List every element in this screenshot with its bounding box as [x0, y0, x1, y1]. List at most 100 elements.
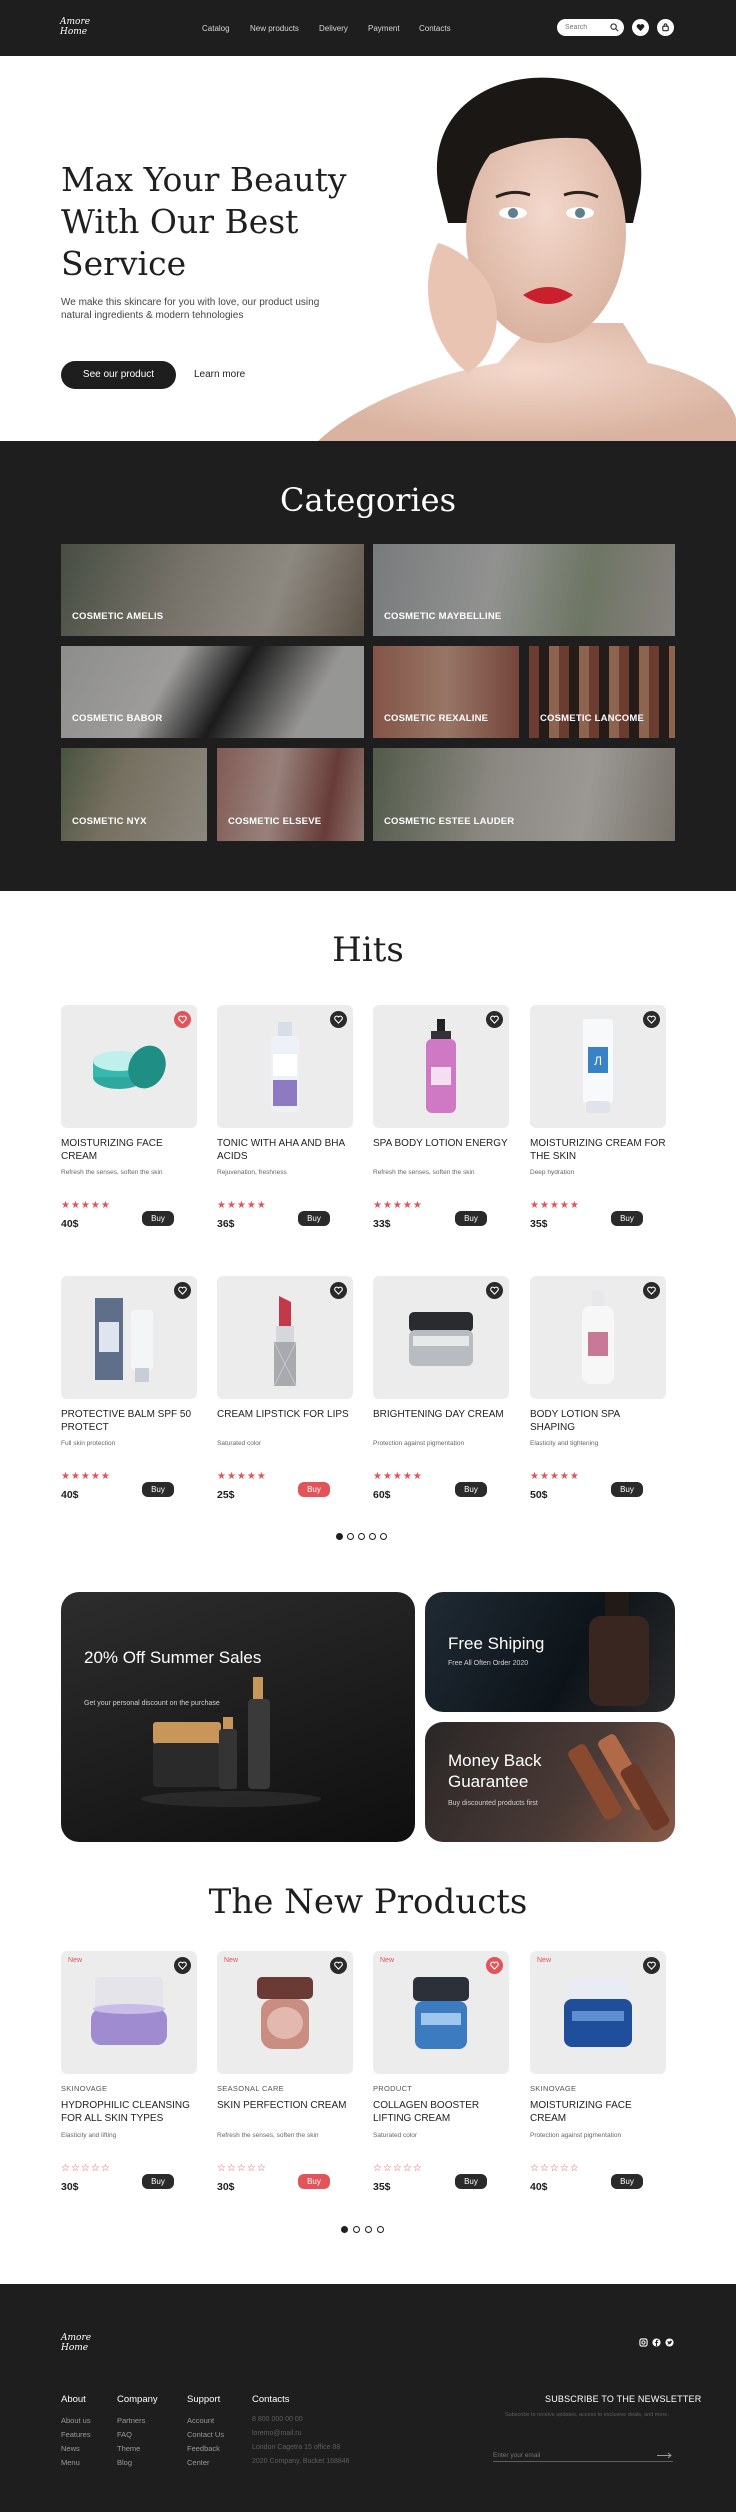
category-tile-elseve[interactable]: COSMETIC ELSEVE	[217, 748, 364, 841]
product-image[interactable]	[373, 1276, 509, 1399]
heart-icon[interactable]	[486, 1282, 503, 1299]
see-product-button[interactable]: See our product	[61, 361, 176, 389]
product-image[interactable]: New	[217, 1951, 353, 2074]
instagram-icon[interactable]	[639, 2338, 648, 2347]
buy-button[interactable]: Buy	[455, 1482, 487, 1497]
carousel-dot[interactable]	[377, 2226, 384, 2233]
footer-phone[interactable]: 8 800 000 00 00	[252, 2416, 303, 2423]
product-image[interactable]	[61, 1276, 197, 1399]
buy-button[interactable]: Buy	[298, 1211, 330, 1226]
product-image[interactable]	[217, 1005, 353, 1128]
footer-logo[interactable]: Amore Home	[61, 2333, 95, 2353]
carousel-dot[interactable]	[341, 2226, 348, 2233]
nav-new-products[interactable]: New products	[250, 24, 299, 33]
heart-icon[interactable]	[486, 1011, 503, 1028]
twitter-icon[interactable]	[665, 2338, 674, 2347]
buy-button[interactable]: Buy	[298, 1482, 330, 1497]
arrow-right-icon[interactable]	[657, 2452, 673, 2459]
product-name[interactable]: CREAM LIPSTICK FOR LIPS	[217, 1408, 353, 1421]
heart-icon[interactable]	[330, 1282, 347, 1299]
product-name[interactable]: SPA BODY LOTION ENERGY	[373, 1137, 509, 1150]
carousel-dot[interactable]	[380, 1533, 387, 1540]
summer-sale-banner[interactable]: 20% Off Summer Sales Get your personal d…	[61, 1592, 415, 1842]
buy-button[interactable]: Buy	[142, 1211, 174, 1226]
product-name[interactable]: SKIN PERFECTION CREAM	[217, 2099, 353, 2112]
footer-email[interactable]: loremo@mail.ru	[252, 2430, 302, 2437]
heart-icon[interactable]	[632, 19, 649, 36]
footer-link[interactable]: Center	[187, 2458, 210, 2467]
heart-icon[interactable]	[330, 1957, 347, 1974]
free-shipping-banner[interactable]: Free Shiping Free All Often Order 2020	[425, 1592, 675, 1712]
product-image[interactable]	[217, 1276, 353, 1399]
product-name[interactable]: TONIC WITH AHA AND BHA ACIDS	[217, 1137, 353, 1163]
carousel-dot[interactable]	[336, 1533, 343, 1540]
cart-icon[interactable]	[657, 19, 674, 36]
product-name[interactable]: HYDROPHILIC CLEANSING FOR ALL SKIN TYPES	[61, 2099, 211, 2125]
buy-button[interactable]: Buy	[142, 2174, 174, 2189]
nav-contacts[interactable]: Contacts	[419, 24, 451, 33]
nav-catalog[interactable]: Catalog	[202, 24, 230, 33]
carousel-dot[interactable]	[369, 1533, 376, 1540]
category-tile-nyx[interactable]: COSMETIC NYX	[61, 748, 207, 841]
product-image[interactable]: New	[530, 1951, 666, 2074]
buy-button[interactable]: Buy	[455, 2174, 487, 2189]
heart-icon[interactable]	[174, 1282, 191, 1299]
nav-delivery[interactable]: Delivery	[319, 24, 348, 33]
footer-link[interactable]: Menu	[61, 2458, 80, 2467]
footer-link[interactable]: Contact Us	[187, 2430, 224, 2439]
heart-icon[interactable]	[174, 1957, 191, 1974]
category-tile-maybelline[interactable]: COSMETIC MAYBELLINE	[373, 544, 675, 636]
category-tile-estee-lauder[interactable]: COSMETIC ESTEE LAUDER	[373, 748, 675, 841]
footer-link[interactable]: FAQ	[117, 2430, 132, 2439]
product-name[interactable]: COLLAGEN BOOSTER LIFTING CREAM	[373, 2099, 509, 2125]
heart-icon[interactable]	[643, 1282, 660, 1299]
product-name[interactable]: MOISTURIZING FACE CREAM	[530, 2099, 666, 2125]
buy-button[interactable]: Buy	[611, 1211, 643, 1226]
money-back-banner[interactable]: Money Back Guarantee Buy discounted prod…	[425, 1722, 675, 1842]
nav-payment[interactable]: Payment	[368, 24, 400, 33]
carousel-dot[interactable]	[353, 2226, 360, 2233]
carousel-dot[interactable]	[358, 1533, 365, 1540]
buy-button[interactable]: Buy	[455, 1211, 487, 1226]
carousel-dot[interactable]	[347, 1533, 354, 1540]
facebook-icon[interactable]	[652, 2338, 661, 2347]
product-image[interactable]	[530, 1276, 666, 1399]
footer-link[interactable]: Theme	[117, 2444, 140, 2453]
category-tile-amelis[interactable]: COSMETIC AMELIS	[61, 544, 364, 636]
search-input[interactable]	[565, 22, 607, 33]
heart-icon[interactable]	[330, 1011, 347, 1028]
footer-link[interactable]: Feedback	[187, 2444, 220, 2453]
product-name[interactable]: MOISTURIZING CREAM FOR THE SKIN	[530, 1137, 666, 1163]
footer-link[interactable]: Account	[187, 2416, 214, 2425]
product-name[interactable]: BODY LOTION SPA SHAPING	[530, 1408, 666, 1434]
category-tile-babor[interactable]: COSMETIC BABOR	[61, 646, 364, 738]
heart-icon[interactable]	[486, 1957, 503, 1974]
product-name[interactable]: BRIGHTENING DAY CREAM	[373, 1408, 509, 1421]
heart-icon[interactable]	[174, 1011, 191, 1028]
buy-button[interactable]: Buy	[298, 2174, 330, 2189]
footer-link[interactable]: News	[61, 2444, 80, 2453]
buy-button[interactable]: Buy	[611, 2174, 643, 2189]
product-image[interactable]: New	[61, 1951, 197, 2074]
heart-icon[interactable]	[643, 1957, 660, 1974]
footer-link[interactable]: Features	[61, 2430, 91, 2439]
product-image[interactable]	[61, 1005, 197, 1128]
footer-link[interactable]: Partners	[117, 2416, 145, 2425]
carousel-dot[interactable]	[365, 2226, 372, 2233]
footer-link[interactable]: About us	[61, 2416, 91, 2425]
product-name[interactable]: PROTECTIVE BALM SPF 50 PROTECT	[61, 1408, 197, 1434]
learn-more-link[interactable]: Learn more	[194, 369, 245, 380]
product-image[interactable]	[373, 1005, 509, 1128]
newsletter-email-input[interactable]	[493, 2450, 673, 2462]
buy-button[interactable]: Buy	[611, 1482, 643, 1497]
category-tile-rexaline[interactable]: COSMETIC REXALINE	[373, 646, 519, 738]
heart-icon[interactable]	[643, 1011, 660, 1028]
footer-link[interactable]: Blog	[117, 2458, 132, 2467]
product-image[interactable]: New	[373, 1951, 509, 2074]
product-name[interactable]: MOISTURIZING FACE CREAM	[61, 1137, 197, 1163]
search-icon[interactable]	[610, 23, 619, 32]
logo[interactable]: Amore Home	[60, 17, 94, 37]
buy-button[interactable]: Buy	[142, 1482, 174, 1497]
category-tile-lancome[interactable]: COSMETIC LANCOME	[529, 646, 675, 738]
product-image[interactable]: Л	[530, 1005, 666, 1128]
